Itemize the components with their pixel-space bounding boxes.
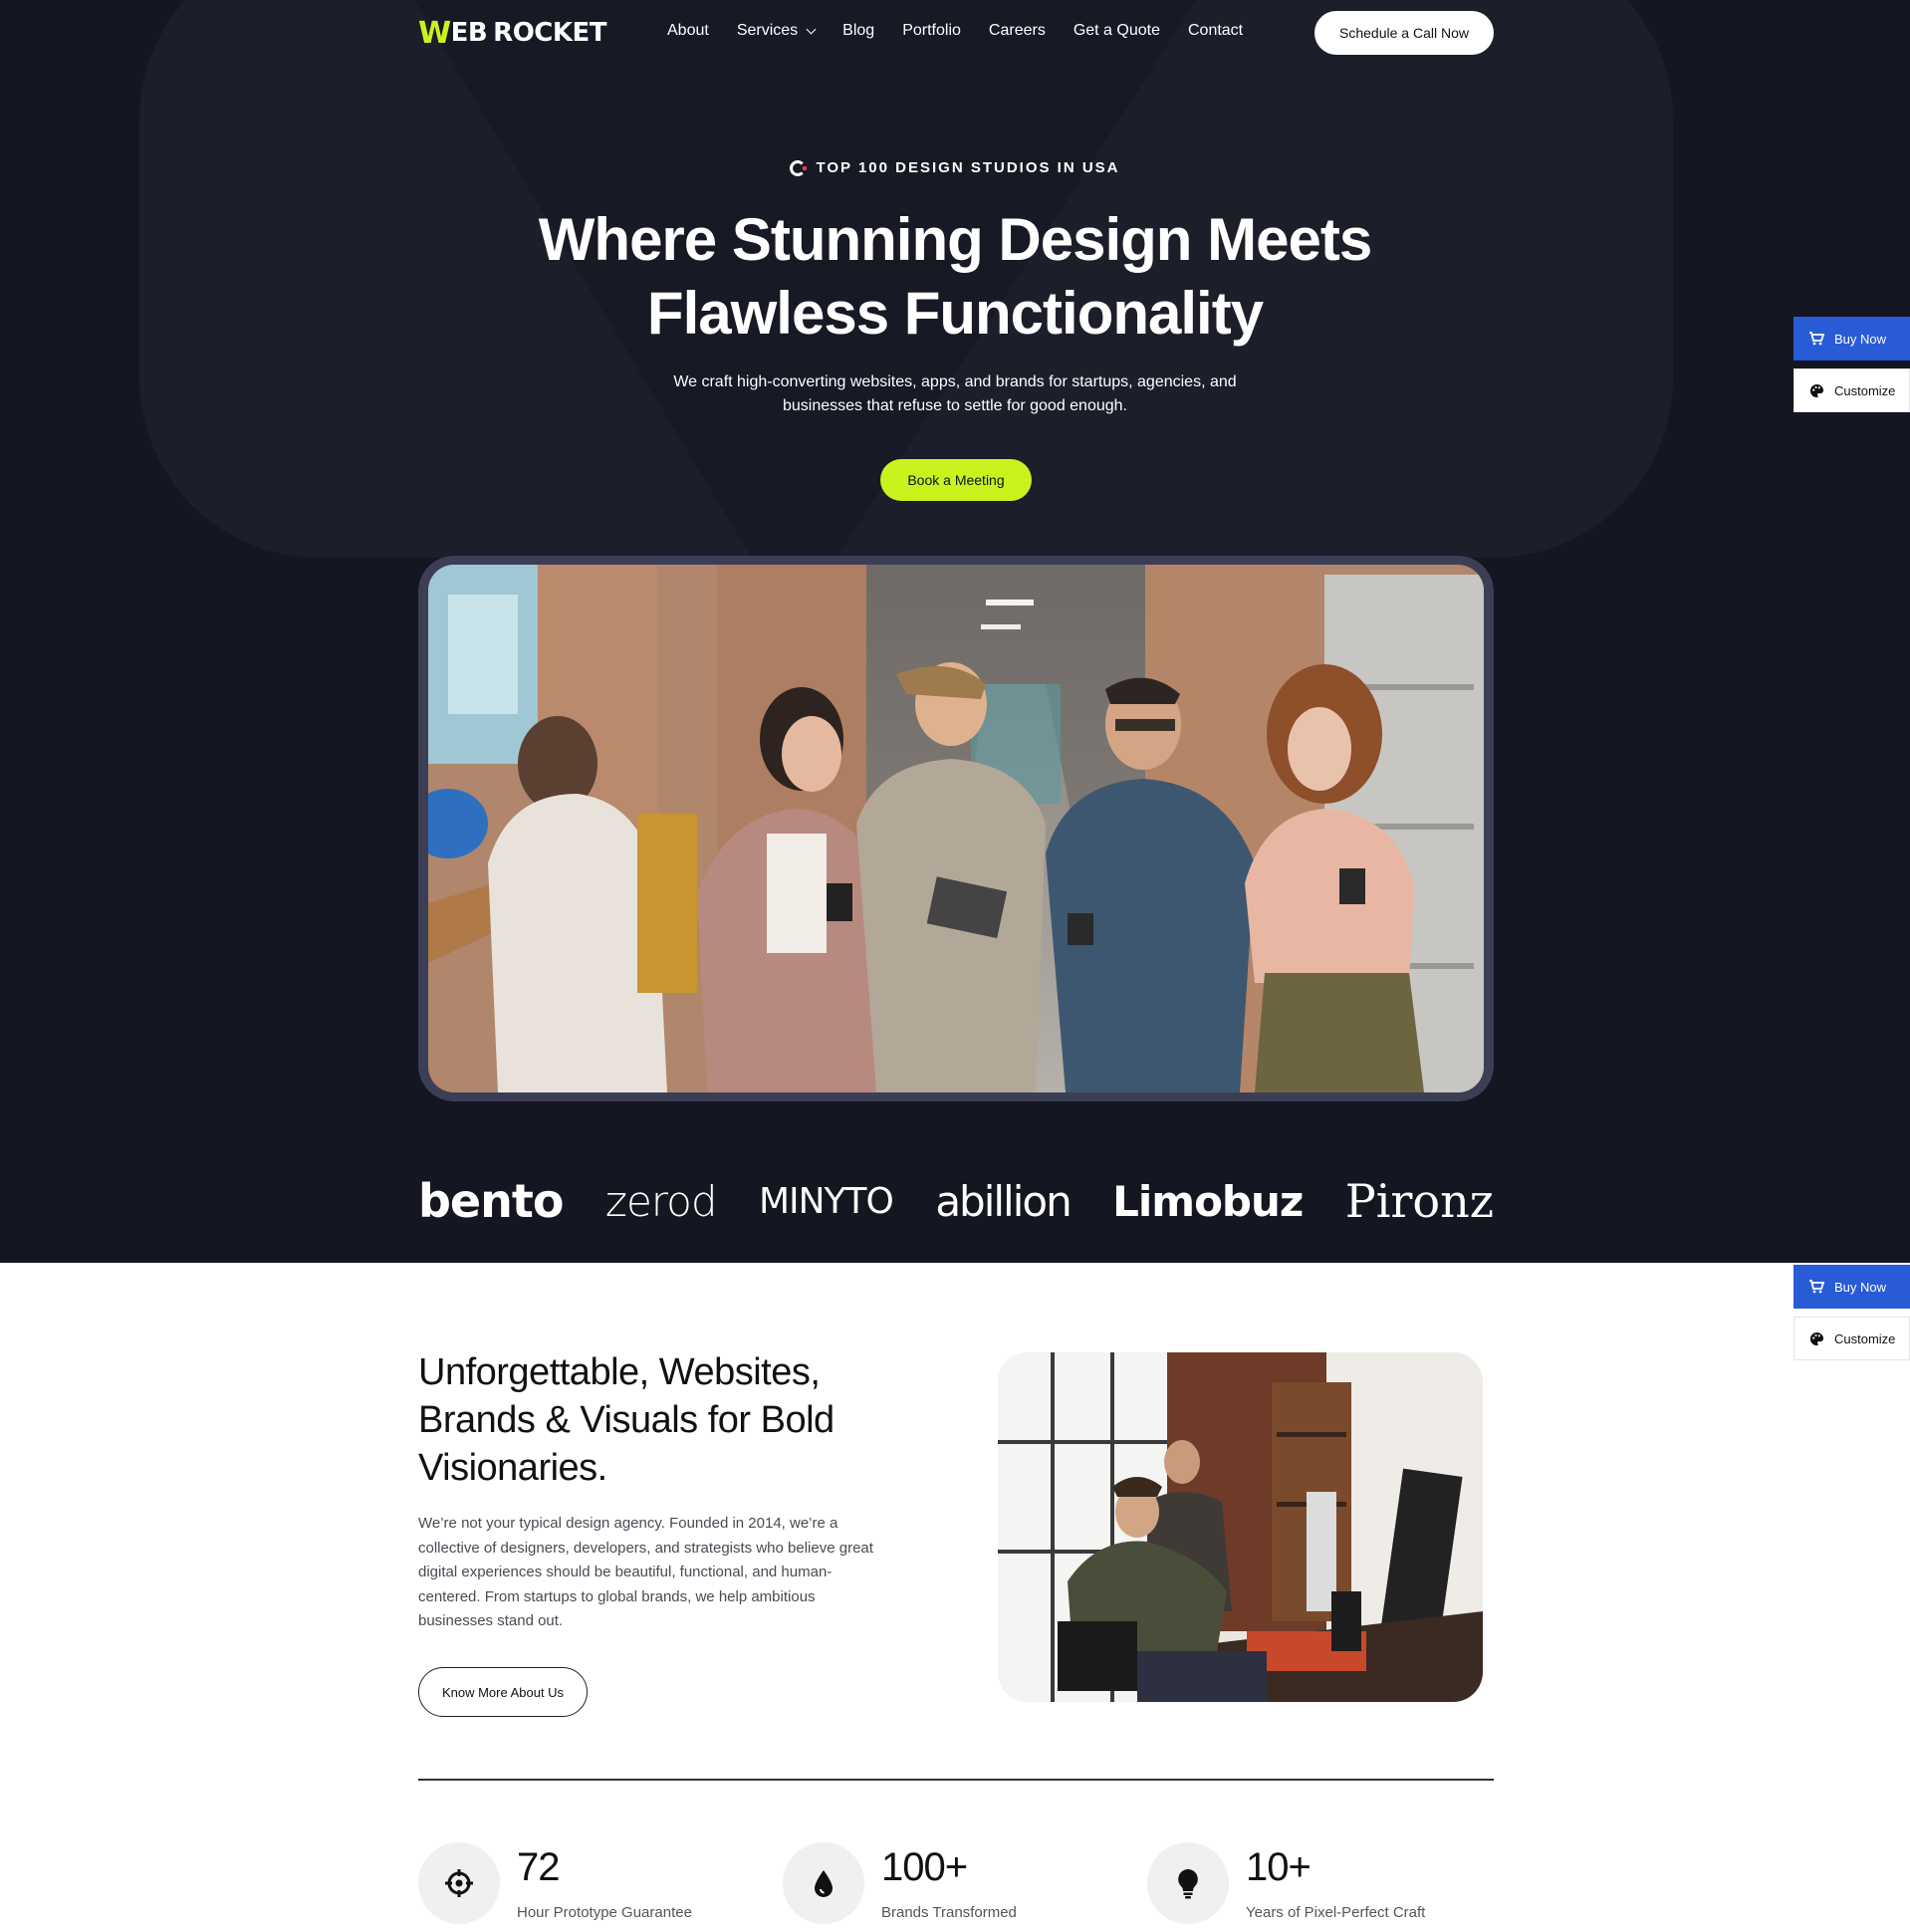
hero-badge: TOP 100 DESIGN STUDIOS IN USA xyxy=(0,159,1910,176)
stat-value-brands: 100+ xyxy=(881,1845,968,1889)
nav-contact[interactable]: Contact xyxy=(1188,22,1243,40)
brand-logo-bento: bento xyxy=(418,1174,564,1228)
nav-about[interactable]: About xyxy=(667,22,709,40)
drop-icon xyxy=(815,1870,833,1897)
chevron-down-icon xyxy=(806,24,817,34)
nav-portfolio[interactable]: Portfolio xyxy=(902,22,961,40)
buy-now-label-bottom: Buy Now xyxy=(1834,1279,1887,1295)
nav-blog[interactable]: Blog xyxy=(842,22,874,40)
main-menu: About Services Blog Portfolio Careers Ge… xyxy=(667,22,1271,40)
about-title: Unforgettable, Websites, Brands & Visual… xyxy=(418,1348,976,1492)
about-text-line5: businesses stand out. xyxy=(418,1612,564,1629)
nav-services[interactable]: Services xyxy=(736,22,817,40)
logo-rocket: ROCKET xyxy=(493,18,607,48)
lightbulb-icon xyxy=(1178,1869,1198,1899)
about-office-photo xyxy=(998,1352,1483,1702)
buy-now-label-top: Buy Now xyxy=(1834,331,1887,347)
about-text-line4: centered. From startups to global brands… xyxy=(418,1587,816,1605)
brand-logo-zerod: zerod xyxy=(604,1176,718,1226)
brand-logo-minyto: MINYTO xyxy=(758,1180,894,1222)
stat-item-prototype: 72 Hour Prototype Guarantee xyxy=(418,1842,747,1932)
buy-now-button-top[interactable]: Buy Now xyxy=(1793,317,1910,361)
stat-item-years: 10+ Years of Pixel-Perfect Craft xyxy=(1147,1842,1486,1932)
brand-logos-row: bento zerod MINYTO abillion Limobuz Piro… xyxy=(418,1171,1494,1231)
stat-icon-circle xyxy=(1147,1842,1229,1924)
hero-subtext-line2: businesses that refuse to settle for goo… xyxy=(782,397,1127,414)
crosshair-icon xyxy=(445,1869,473,1897)
brand-logo-limobuz: Limobuz xyxy=(1112,1176,1304,1226)
hero-subtext: We craft high-converting websites, apps,… xyxy=(0,370,1910,418)
stat-icon-circle xyxy=(418,1842,500,1924)
palette-icon xyxy=(1809,383,1824,397)
nav-get-a-quote[interactable]: Get a Quote xyxy=(1074,22,1160,40)
about-text-line2: collective of designers, developers, and… xyxy=(418,1539,873,1557)
stat-label-years: Years of Pixel-Perfect Craft xyxy=(1246,1904,1426,1921)
about-text-line3: digital experiences should be beautiful,… xyxy=(418,1564,833,1580)
brand-logo-pironz: Pironz xyxy=(1344,1174,1494,1228)
nav-services-label: Services xyxy=(736,22,799,39)
hero-subtext-line1: We craft high-converting websites, apps,… xyxy=(673,373,1237,390)
stat-label-brands: Brands Transformed xyxy=(881,1904,1017,1921)
stat-icon-circle xyxy=(783,1842,864,1924)
stat-label-prototype: Hour Prototype Guarantee xyxy=(517,1904,692,1921)
hero-section: W EB ROCKET About Services Blog Portfoli… xyxy=(0,0,1910,1263)
section-divider xyxy=(418,1779,1494,1781)
cart-icon xyxy=(1809,1280,1824,1294)
hero-headline-line2: Flawless Functionality xyxy=(646,280,1264,347)
customize-label-top: Customize xyxy=(1834,382,1896,398)
know-more-button[interactable]: Know More About Us xyxy=(418,1667,588,1717)
hero-badge-text: TOP 100 DESIGN STUDIOS IN USA xyxy=(816,159,1120,176)
about-title-line1: Unforgettable, Websites, xyxy=(418,1351,821,1393)
award-c-icon xyxy=(790,159,808,176)
hero-team-photo xyxy=(428,565,1484,1092)
hero-headline: Where Stunning Design Meets Flawless Fun… xyxy=(0,203,1910,351)
logo-w: W xyxy=(418,15,451,51)
top-navigation: W EB ROCKET About Services Blog Portfoli… xyxy=(0,0,1910,66)
about-title-line2: Brands & Visuals for Bold xyxy=(418,1399,835,1441)
logo-eb: EB xyxy=(450,18,488,48)
stat-value-prototype: 72 xyxy=(517,1845,560,1889)
hero-headline-line1: Where Stunning Design Meets xyxy=(538,206,1372,273)
customize-button-top[interactable]: Customize xyxy=(1793,368,1910,412)
buy-now-button-bottom[interactable]: Buy Now xyxy=(1793,1265,1910,1309)
nav-careers[interactable]: Careers xyxy=(989,22,1046,40)
stat-item-brands: 100+ Brands Transformed xyxy=(783,1842,1111,1932)
about-description: We’re not your typical design agency. Fo… xyxy=(418,1512,916,1634)
schedule-call-button[interactable]: Schedule a Call Now xyxy=(1314,11,1494,55)
stat-value-years: 10+ xyxy=(1246,1845,1312,1889)
cart-icon xyxy=(1809,332,1824,346)
palette-icon xyxy=(1809,1331,1824,1345)
about-title-line3: Visionaries. xyxy=(418,1447,607,1489)
customize-label-bottom: Customize xyxy=(1834,1330,1896,1346)
brand-logo-abillion: abillion xyxy=(935,1176,1072,1226)
web-rocket-logo[interactable]: W EB ROCKET xyxy=(418,15,607,51)
book-meeting-button[interactable]: Book a Meeting xyxy=(880,459,1032,501)
customize-button-bottom[interactable]: Customize xyxy=(1793,1317,1910,1360)
about-text-line1: We’re not your typical design agency. Fo… xyxy=(418,1515,838,1532)
